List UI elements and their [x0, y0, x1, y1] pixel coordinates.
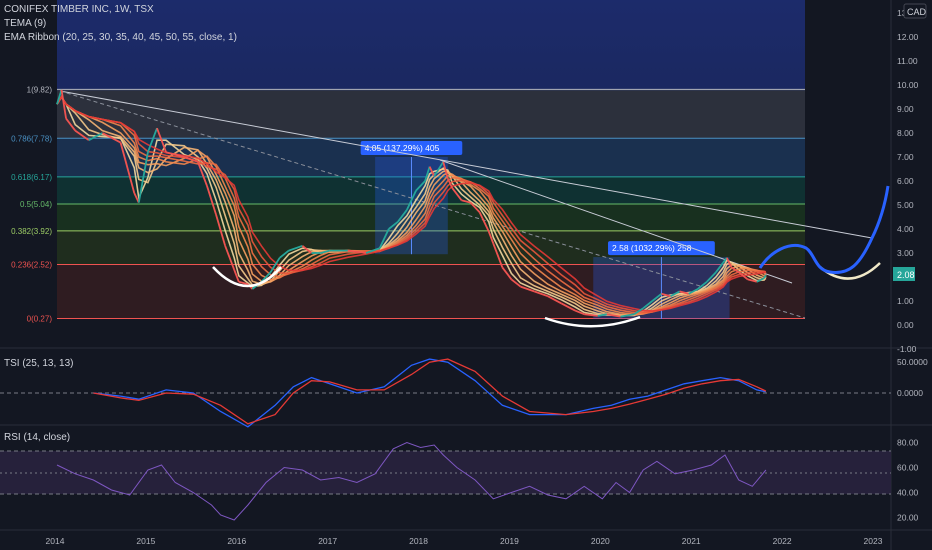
- price-tick-label: 4.00: [897, 224, 914, 234]
- fib-zone: [57, 89, 805, 139]
- price-tick-label: 1.00: [897, 296, 914, 306]
- time-tick-label: 2015: [136, 536, 155, 546]
- symbol-title[interactable]: CONIFEX TIMBER INC, 1W, TSX: [4, 4, 154, 15]
- price-tick-label: -1.00: [897, 344, 917, 354]
- tsi-title[interactable]: TSI (25, 13, 13): [4, 358, 73, 369]
- time-tick-label: 2016: [227, 536, 246, 546]
- fib-label: 0.618(6.17): [11, 173, 52, 182]
- price-tick-label: 0.00: [897, 320, 914, 330]
- ema-ribbon-legend[interactable]: EMA Ribbon (20, 25, 30, 35, 40, 45, 50, …: [4, 32, 237, 43]
- time-tick-label: 2018: [409, 536, 428, 546]
- rsi-tick-label: 60.00: [897, 463, 919, 473]
- price-tick-label: 6.00: [897, 176, 914, 186]
- price-tick-label: 12.00: [897, 32, 919, 42]
- currency-badge[interactable]: CAD: [907, 7, 927, 17]
- price-tick-label: 11.00: [897, 56, 918, 66]
- fib-label: 0(0.27): [27, 315, 53, 324]
- measurement-label: 2.58 (1032.29%) 258: [612, 243, 692, 253]
- time-tick-label: 2020: [591, 536, 610, 546]
- price-tick-label: 9.00: [897, 104, 914, 114]
- price-tick-label: 8.00: [897, 128, 914, 138]
- tema-legend[interactable]: TEMA (9): [4, 18, 46, 29]
- fib-label: 0.382(3.92): [11, 227, 52, 236]
- time-tick-label: 2019: [500, 536, 519, 546]
- price-tick-label: 10.00: [897, 80, 919, 90]
- tsi-tick-label: 0.0000: [897, 388, 923, 398]
- rsi-title[interactable]: RSI (14, close): [4, 432, 70, 443]
- rsi-tick-label: 40.00: [897, 488, 919, 498]
- fib-label: 0.236(2.52): [11, 261, 52, 270]
- time-tick-label: 2014: [46, 536, 65, 546]
- time-tick-label: 2022: [773, 536, 792, 546]
- fib-label: 1(9.82): [27, 85, 53, 94]
- last-price-tag: 2.08: [893, 267, 915, 281]
- tsi-tick-label: 50.0000: [897, 357, 928, 367]
- fib-top-zone: [57, 0, 805, 91]
- fib-label: 0.786(7.78): [11, 134, 52, 143]
- time-tick-label: 2017: [318, 536, 337, 546]
- price-chart[interactable]: 1(9.82) 0.786(7.78) 0.618(6.17) 0.5(5.04) 0.…: [0, 0, 932, 550]
- price-tick-label: 7.00: [897, 152, 914, 162]
- last-price-label: 2.08: [897, 270, 915, 280]
- rsi-tick-label: 80.00: [897, 438, 919, 448]
- price-tick-label: 3.00: [897, 248, 914, 258]
- time-tick-label: 2023: [864, 536, 883, 546]
- fib-label: 0.5(5.04): [20, 200, 52, 209]
- time-tick-label: 2021: [682, 536, 701, 546]
- price-tick-label: 5.00: [897, 200, 914, 210]
- rsi-tick-label: 20.00: [897, 513, 919, 523]
